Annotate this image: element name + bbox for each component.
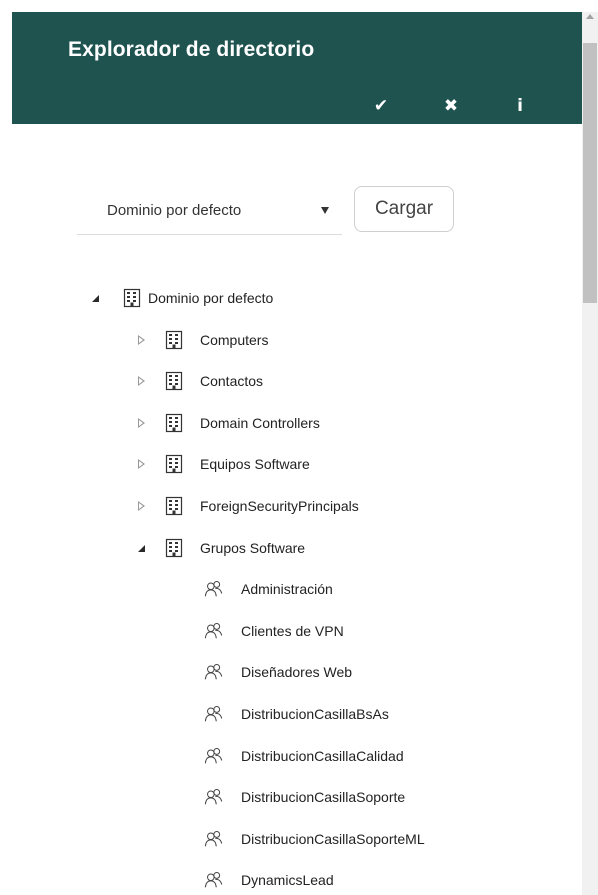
triangle-down-icon <box>137 544 145 552</box>
group-icon <box>204 829 224 849</box>
triangle-right-icon <box>137 418 145 428</box>
triangle-right-icon <box>137 335 145 345</box>
expand-arrow-closed-icon[interactable] <box>134 499 148 513</box>
expand-arrow-closed-icon[interactable] <box>134 416 148 430</box>
tree-node-label: Diseñadores Web <box>241 664 353 680</box>
scroll-up-arrow-icon[interactable] <box>582 12 598 42</box>
expand-arrow-closed-icon[interactable] <box>134 333 148 347</box>
tree-node-label: Grupos Software <box>200 540 306 556</box>
triangle-down-icon <box>91 294 99 302</box>
info-icon: i <box>517 96 523 116</box>
tree-node-label: ForeignSecurityPrincipals <box>200 498 359 514</box>
group-icon <box>204 870 224 890</box>
info-button[interactable]: i <box>506 92 534 120</box>
expand-arrow-open-icon[interactable] <box>134 541 148 555</box>
domain-select[interactable]: Dominio por defecto <box>77 186 342 235</box>
tree-node-label: DynamicsLead <box>241 872 334 888</box>
group-icon <box>204 746 224 766</box>
triangle-right-icon <box>137 459 145 469</box>
tree-node-label: Contactos <box>200 373 264 389</box>
scrollbar-thumb[interactable] <box>583 43 597 303</box>
building-icon <box>164 330 184 350</box>
building-icon <box>122 288 142 308</box>
tree-node-label: DistribucionCasillaSoporteML <box>241 831 425 847</box>
group-icon <box>204 579 224 599</box>
expand-arrow-closed-icon[interactable] <box>134 374 148 388</box>
group-icon <box>204 621 224 641</box>
dialog-title: Explorador de directorio <box>68 38 315 61</box>
building-icon <box>164 538 184 558</box>
building-icon <box>164 413 184 433</box>
expand-arrow-open-icon[interactable] <box>88 291 102 305</box>
tree-node-label: DistribucionCasillaCalidad <box>241 748 404 764</box>
tree-node-label: Equipos Software <box>200 456 310 472</box>
tree-node-label: Administración <box>241 581 333 597</box>
group-icon <box>204 662 224 682</box>
tree-node-label: Domain Controllers <box>200 415 320 431</box>
building-icon <box>164 371 184 391</box>
building-icon <box>164 496 184 516</box>
domain-select-value: Dominio por defecto <box>107 202 242 219</box>
close-icon: ✖ <box>443 96 459 115</box>
left-gutter <box>0 0 12 895</box>
tree-node-label: DistribucionCasillaBsAs <box>241 706 389 722</box>
tree-node-label: Computers <box>200 332 269 348</box>
load-button[interactable]: Cargar <box>354 186 454 232</box>
confirm-button[interactable]: ✔ <box>367 92 395 120</box>
check-icon: ✔ <box>373 96 389 115</box>
group-icon <box>204 704 224 724</box>
group-icon <box>204 787 224 807</box>
tree-node-label: DistribucionCasillaSoporte <box>241 789 406 805</box>
dropdown-caret-icon <box>321 207 329 214</box>
tree-node-label: Clientes de VPN <box>241 623 344 639</box>
expand-arrow-closed-icon[interactable] <box>134 457 148 471</box>
vertical-scrollbar[interactable] <box>582 12 598 895</box>
triangle-right-icon <box>137 501 145 511</box>
building-icon <box>164 454 184 474</box>
dialog-header: Explorador de directorio ✔ ✖ i <box>12 12 582 124</box>
triangle-right-icon <box>137 376 145 386</box>
tree-node-label: Dominio por defecto <box>148 290 274 306</box>
close-button[interactable]: ✖ <box>437 92 465 120</box>
